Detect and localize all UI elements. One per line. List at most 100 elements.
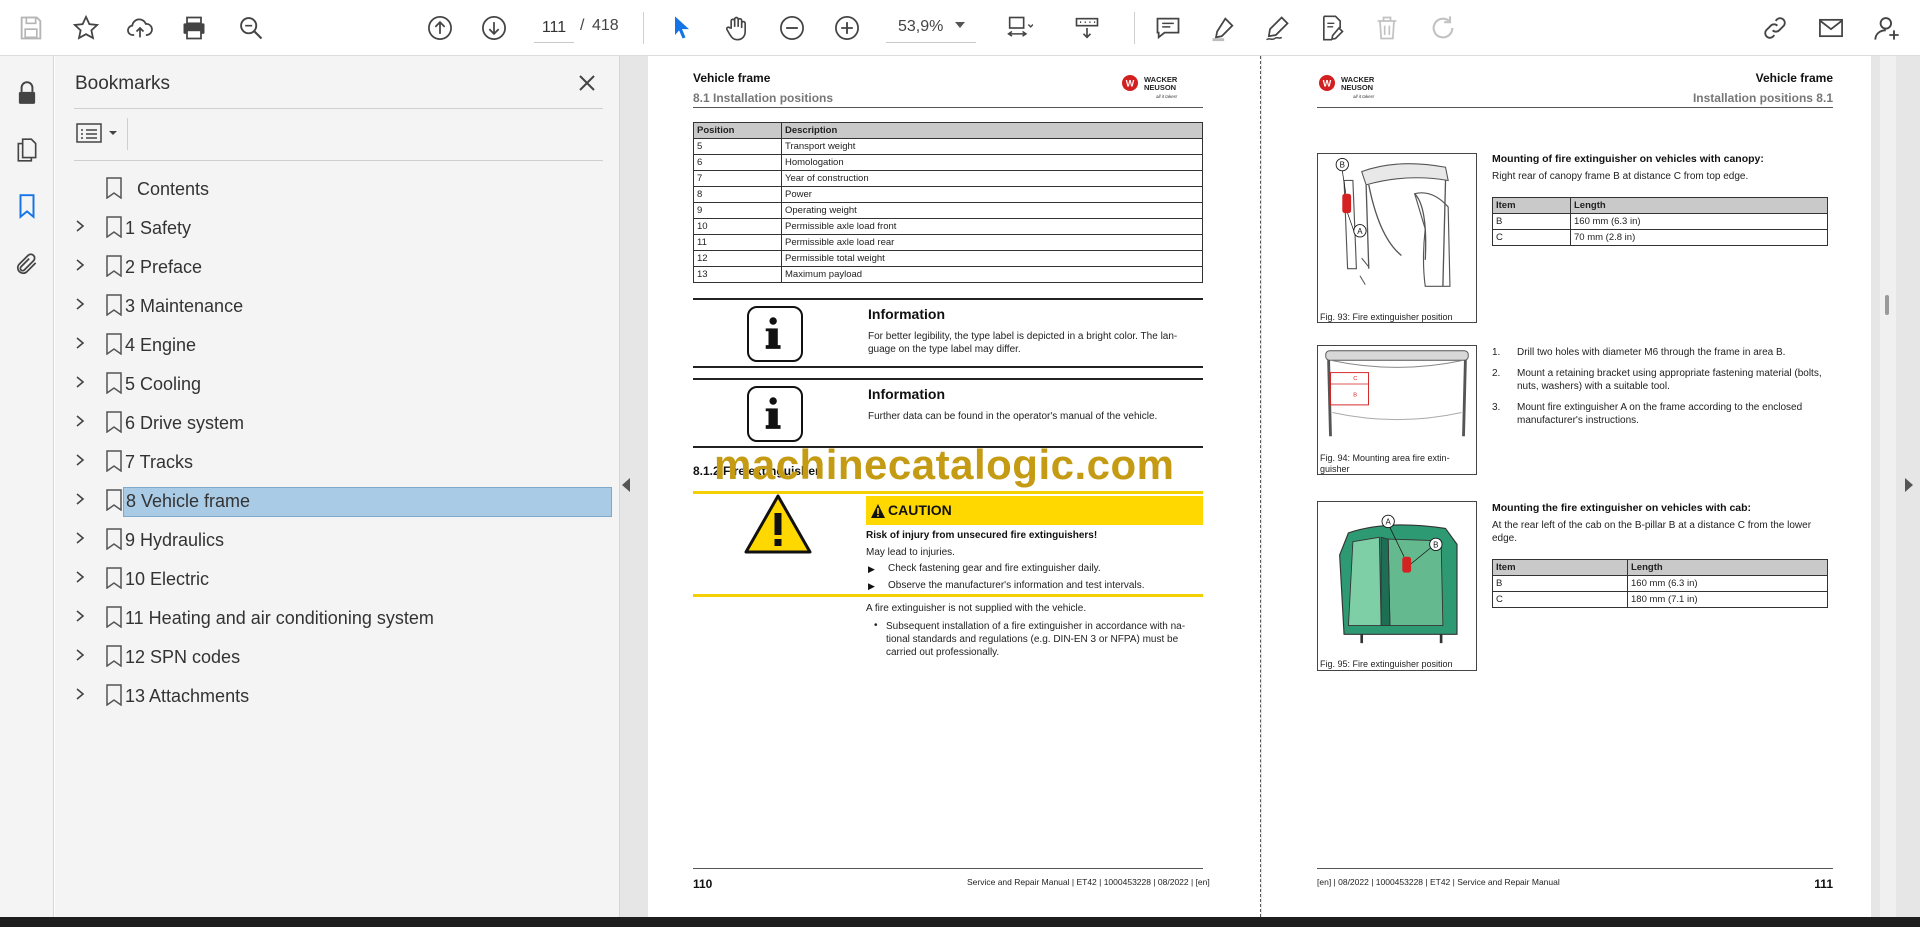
- table-cell: Permissible axle load front: [781, 218, 1203, 235]
- table-cell: 5: [693, 138, 782, 155]
- figure-canopy-extinguisher: B A: [1317, 153, 1477, 323]
- page-header-title: Vehicle frame: [693, 71, 771, 85]
- table-cell: 11: [693, 234, 782, 251]
- table-cell: 8: [693, 186, 782, 203]
- save-icon[interactable]: [12, 9, 50, 47]
- select-cursor-icon[interactable]: [663, 9, 701, 47]
- table-cell: 6: [693, 154, 782, 171]
- logo-line2: NEUSON: [1341, 83, 1373, 92]
- star-icon[interactable]: [67, 9, 105, 47]
- page-total: 418: [592, 17, 619, 34]
- print-icon[interactable]: [175, 9, 213, 47]
- hand-tool-icon[interactable]: [718, 9, 756, 47]
- lock-icon[interactable]: [10, 76, 44, 110]
- chevron-right-icon[interactable]: [73, 492, 87, 506]
- table-row: C 180 mm (7.1 in): [1492, 591, 1828, 608]
- collapse-panel-left-icon[interactable]: [622, 478, 630, 492]
- caution-lead: May lead to injuries.: [866, 547, 955, 558]
- table-cell: Homologation: [781, 154, 1203, 171]
- table-row: C 70 mm (2.8 in): [1492, 229, 1828, 246]
- close-icon[interactable]: [572, 68, 602, 98]
- svg-text:W: W: [1126, 79, 1135, 89]
- chevron-right-icon[interactable]: [73, 258, 87, 272]
- page-separator: /: [580, 17, 585, 34]
- wacker-neuson-logo: W WACKER NEUSON all it takes!: [1317, 73, 1407, 103]
- email-icon[interactable]: [1812, 9, 1850, 47]
- left-navigation-rail: [0, 56, 54, 917]
- table-cell: Transport weight: [781, 138, 1203, 155]
- page-header-subtitle: 8.1 Installation positions: [693, 91, 834, 105]
- zoom-level-value: 53,9%: [898, 18, 944, 35]
- information-text: For better legibility, the type label is…: [868, 331, 1178, 355]
- chevron-right-icon[interactable]: [73, 648, 87, 662]
- bookmark-item-vehicle-frame[interactable]: 8 Vehicle frame: [65, 481, 612, 517]
- zoom-search-icon[interactable]: [232, 9, 270, 47]
- bookmark-item-cooling[interactable]: 5 Cooling: [65, 364, 610, 400]
- attachments-paperclip-icon[interactable]: [10, 247, 44, 281]
- collapse-panel-right-icon[interactable]: [1905, 478, 1913, 492]
- zoom-in-icon[interactable]: [828, 9, 866, 47]
- bookmark-item-contents[interactable]: Contents: [65, 169, 610, 205]
- table-header: Item: [1492, 559, 1628, 576]
- chevron-right-icon[interactable]: [73, 570, 87, 584]
- list-options-icon: [76, 123, 102, 143]
- fit-page-icon[interactable]: [1000, 9, 1038, 47]
- chevron-right-icon[interactable]: [73, 531, 87, 545]
- bookmark-options-button[interactable]: [75, 118, 125, 148]
- bookmark-item-engine[interactable]: 4 Engine: [65, 325, 610, 361]
- callout-label-a: A: [1386, 518, 1392, 527]
- bookmark-item-attachments[interactable]: 13 Attachments: [65, 676, 610, 712]
- chevron-right-icon[interactable]: [73, 414, 87, 428]
- panel-divider: [74, 108, 603, 109]
- previous-page-icon[interactable]: [421, 9, 459, 47]
- bookmark-item-spn-codes[interactable]: 12 SPN codes: [65, 637, 610, 673]
- bookmark-item-safety[interactable]: 1 Safety: [65, 208, 610, 244]
- bookmarks-icon[interactable]: [10, 189, 44, 223]
- chevron-right-icon[interactable]: [73, 687, 87, 701]
- step-number: 3.: [1492, 402, 1501, 413]
- table-cell: Permissible axle load rear: [781, 234, 1203, 251]
- scroll-mode-icon[interactable]: [1068, 9, 1106, 47]
- comment-icon[interactable]: [1149, 9, 1187, 47]
- scrollbar-thumb[interactable]: [1885, 295, 1889, 315]
- draw-signature-icon[interactable]: [1258, 9, 1296, 47]
- share-link-icon[interactable]: [1756, 9, 1794, 47]
- table-header-row: Position Description: [693, 122, 1203, 139]
- cab-heading: Mounting the fire extinguisher on vehicl…: [1492, 502, 1752, 514]
- bookmark-item-hydraulics[interactable]: 9 Hydraulics: [65, 520, 610, 556]
- chevron-down-icon[interactable]: [955, 22, 965, 28]
- page-thumbnails-icon[interactable]: [10, 133, 44, 167]
- chevron-right-icon[interactable]: [73, 336, 87, 350]
- bookmark-item-preface[interactable]: 2 Preface: [65, 247, 610, 283]
- page-number-input[interactable]: [534, 13, 574, 43]
- edit-document-icon[interactable]: [1313, 9, 1351, 47]
- upload-cloud-icon[interactable]: [121, 9, 159, 47]
- chevron-right-icon[interactable]: [73, 609, 87, 623]
- bookmark-item-maintenance[interactable]: 3 Maintenance: [65, 286, 610, 322]
- redo-icon[interactable]: [1424, 9, 1462, 47]
- chevron-right-icon[interactable]: [73, 453, 87, 467]
- table-row: 5 Transport weight: [693, 138, 1203, 155]
- next-page-icon[interactable]: [475, 9, 513, 47]
- bookmark-item-tracks[interactable]: 7 Tracks: [65, 442, 610, 478]
- zoom-out-icon[interactable]: [773, 9, 811, 47]
- bookmark-item-electric[interactable]: 10 Electric: [65, 559, 610, 595]
- taskbar-strip: [0, 917, 1920, 927]
- panel-divider: [74, 160, 603, 161]
- bookmark-label: 5 Cooling: [125, 374, 202, 394]
- bookmark-item-drive-system[interactable]: 6 Drive system: [65, 403, 610, 439]
- zoom-level-select[interactable]: 53,9%: [886, 13, 976, 43]
- highlight-pen-icon[interactable]: [1204, 9, 1242, 47]
- bookmark-label: 12 SPN codes: [125, 647, 241, 667]
- vertical-scrollbar[interactable]: [1880, 56, 1896, 917]
- table-header: Description: [781, 122, 1203, 139]
- table-header: Position: [693, 122, 782, 139]
- delete-trash-icon[interactable]: [1368, 9, 1406, 47]
- chevron-right-icon[interactable]: [73, 375, 87, 389]
- chevron-right-icon[interactable]: [73, 219, 87, 233]
- bookmark-icon: [106, 606, 122, 628]
- bookmark-item-heating-ac[interactable]: 11 Heating and air conditioning system: [65, 598, 610, 634]
- chevron-right-icon[interactable]: [73, 297, 87, 311]
- add-user-icon[interactable]: [1868, 9, 1906, 47]
- information-icon: [747, 306, 803, 362]
